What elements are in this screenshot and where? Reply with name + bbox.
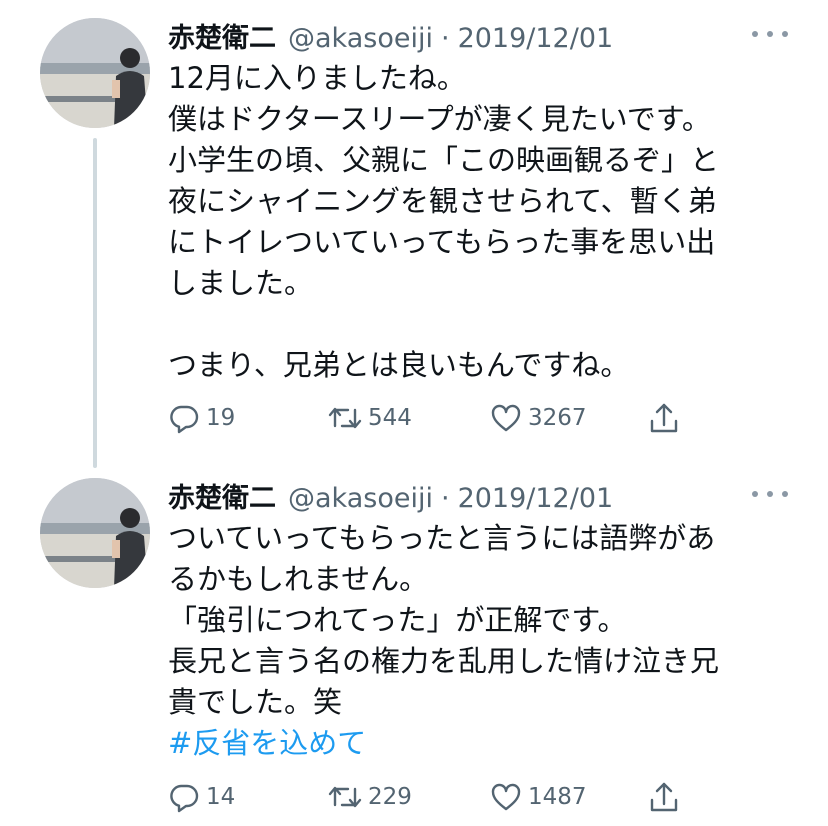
tweet-text: 12月に入りましたね。 僕はドクタースリープが凄く見たいです。 小学生の頃、父親… bbox=[168, 61, 720, 382]
separator: · bbox=[440, 23, 450, 54]
tweet[interactable]: 赤楚衛二 @akasoeiji · 2019/12/01 ついていってもらったと… bbox=[0, 460, 828, 826]
reply-button[interactable]: 19 bbox=[168, 401, 235, 435]
tweet-actions: 14 229 1487 bbox=[168, 780, 698, 814]
retweet-button[interactable]: 544 bbox=[328, 401, 412, 435]
thread-line bbox=[93, 138, 97, 468]
heart-icon bbox=[491, 404, 521, 432]
share-icon bbox=[650, 403, 678, 433]
tweet-actions: 19 544 3267 bbox=[168, 401, 698, 435]
avatar-photo bbox=[40, 478, 150, 588]
reply-icon bbox=[170, 784, 199, 813]
retweet-icon bbox=[328, 786, 362, 808]
retweet-icon bbox=[328, 407, 362, 429]
share-button[interactable] bbox=[648, 780, 680, 814]
reply-button[interactable]: 14 bbox=[168, 780, 235, 814]
avatar[interactable] bbox=[40, 18, 150, 128]
author-name[interactable]: 赤楚衛二 bbox=[168, 476, 276, 515]
author-handle[interactable]: @akasoeiji bbox=[288, 23, 433, 54]
like-count: 1487 bbox=[528, 784, 587, 810]
like-button[interactable]: 1487 bbox=[490, 780, 587, 814]
avatar[interactable] bbox=[40, 478, 150, 588]
share-icon bbox=[650, 782, 678, 812]
reply-icon bbox=[170, 405, 199, 434]
reply-count: 14 bbox=[206, 784, 236, 810]
share-button[interactable] bbox=[648, 401, 680, 435]
like-button[interactable]: 3267 bbox=[490, 401, 587, 435]
more-icon[interactable] bbox=[752, 484, 788, 504]
author-handle[interactable]: @akasoeiji bbox=[288, 483, 433, 514]
tweet-date[interactable]: 2019/12/01 bbox=[458, 23, 614, 54]
retweet-count: 229 bbox=[368, 784, 412, 810]
more-icon[interactable] bbox=[752, 24, 788, 44]
like-count: 3267 bbox=[528, 405, 587, 431]
author-name[interactable]: 赤楚衛二 bbox=[168, 16, 276, 55]
hashtag-link[interactable]: #反省を込めて bbox=[168, 723, 808, 764]
tweet-date[interactable]: 2019/12/01 bbox=[458, 483, 614, 514]
tweet-text: ついていってもらったと言うには語弊があ るかもしれません。 「強引につれてった」… bbox=[168, 521, 720, 719]
tweet-header: 赤楚衛二 @akasoeiji · 2019/12/01 bbox=[168, 16, 613, 54]
tweet-header: 赤楚衛二 @akasoeiji · 2019/12/01 bbox=[168, 476, 613, 514]
tweet[interactable]: 赤楚衛二 @akasoeiji · 2019/12/01 12月に入りましたね。… bbox=[0, 0, 828, 468]
heart-icon bbox=[491, 783, 521, 811]
separator: · bbox=[440, 483, 450, 514]
reply-count: 19 bbox=[206, 405, 236, 431]
retweet-button[interactable]: 229 bbox=[328, 780, 412, 814]
avatar-photo bbox=[40, 18, 150, 128]
retweet-count: 544 bbox=[368, 405, 412, 431]
